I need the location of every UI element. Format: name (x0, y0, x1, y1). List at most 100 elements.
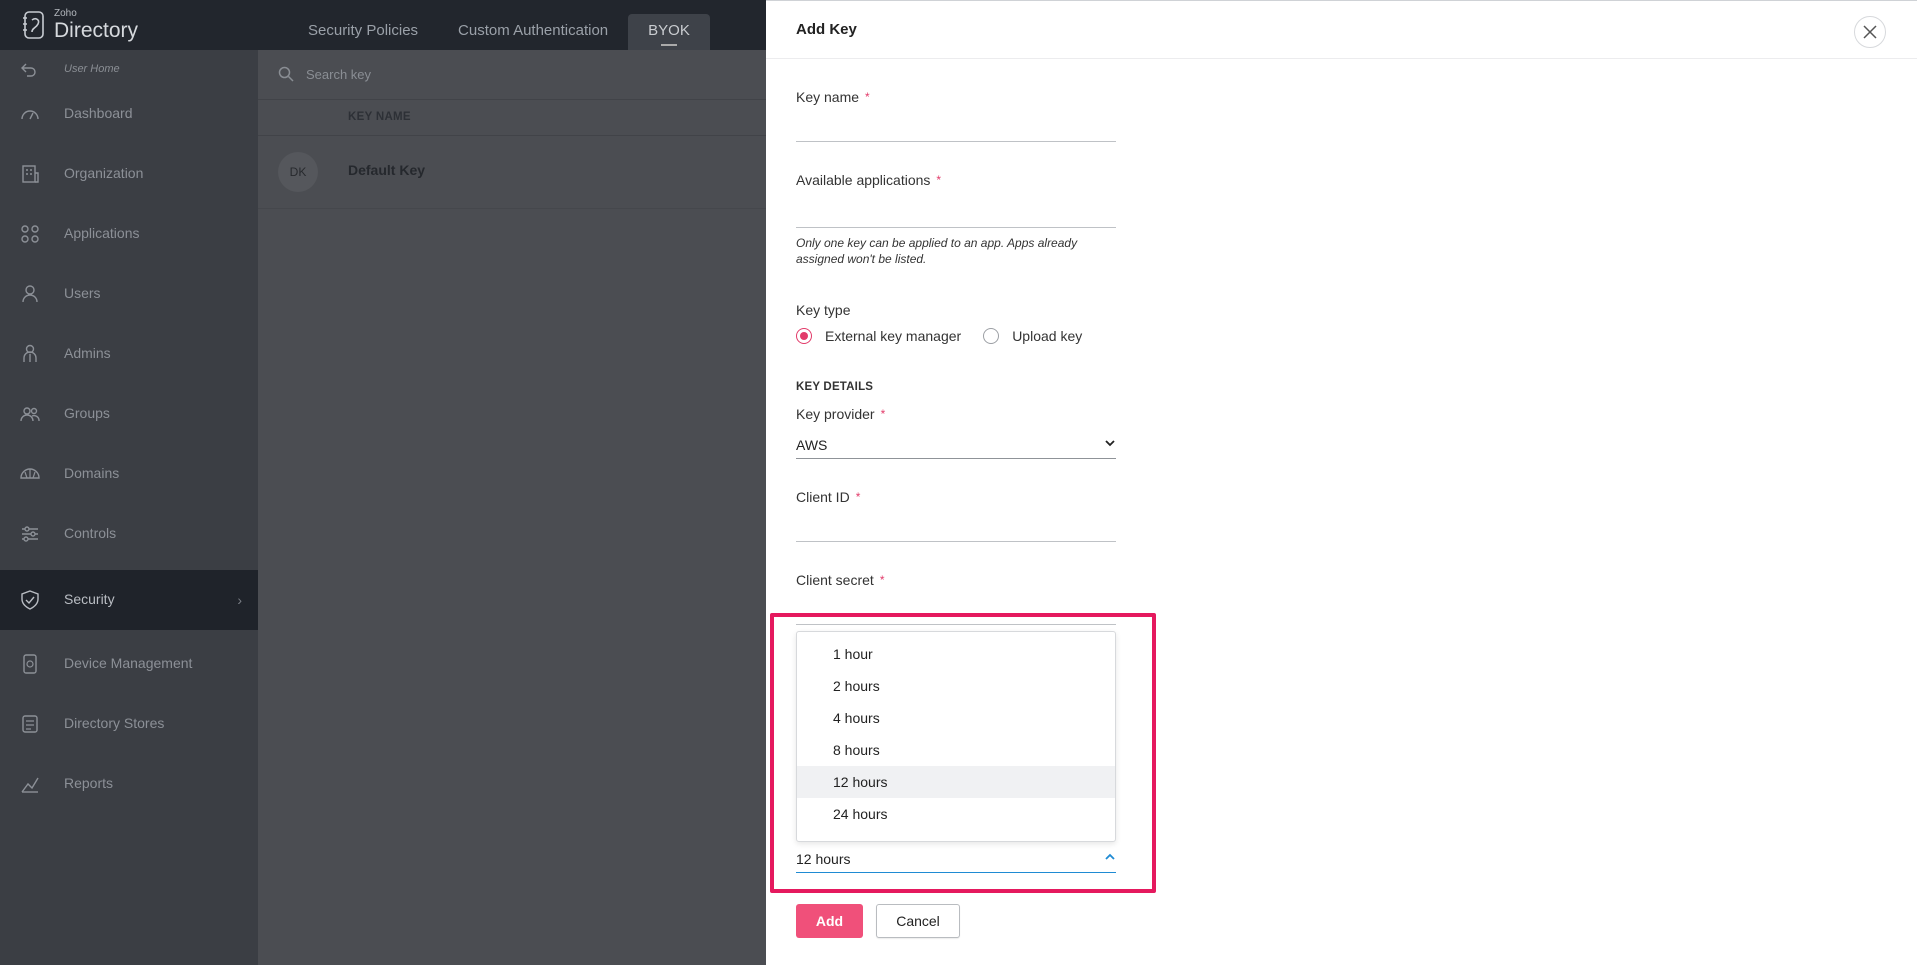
tab-bar: Security Policies Custom Authentication … (288, 14, 710, 50)
user-home-label: User Home (64, 63, 120, 75)
dropdown-option-1-hour[interactable]: 1 hour (797, 638, 1115, 670)
search-bar[interactable]: Search key (258, 50, 766, 100)
sidebar-item-label: Directory Stores (64, 715, 165, 731)
key-type-radio-group: External key manager Upload key (796, 328, 1104, 344)
required-mark: * (865, 90, 870, 104)
radio-button-selected[interactable] (796, 328, 812, 344)
key-name-input[interactable] (796, 141, 1116, 142)
device-icon (23, 654, 37, 674)
required-mark: * (879, 573, 885, 587)
available-applications-label: Available applications * (796, 172, 942, 188)
sidebar-item-directory-stores[interactable]: Directory Stores (0, 700, 258, 748)
reports-icon (21, 777, 39, 793)
tab-byok[interactable]: BYOK (628, 14, 710, 50)
client-id-input[interactable] (796, 541, 1116, 542)
directory-logo-icon (23, 11, 44, 39)
key-type-label: Key type (796, 302, 851, 318)
sidebar-item-dashboard[interactable]: Dashboard (0, 90, 258, 138)
applications-icon (21, 225, 39, 243)
close-button[interactable] (1854, 16, 1886, 48)
sidebar-item-device-management[interactable]: Device Management (0, 640, 258, 688)
sidebar-item-organization[interactable]: Organization (0, 150, 258, 198)
controls-icon (22, 526, 38, 542)
sidebar-item-label: Dashboard (64, 105, 133, 121)
drawer-header: Add Key (766, 1, 1917, 59)
key-provider-value: AWS (796, 437, 828, 453)
groups-icon (20, 407, 40, 422)
sidebar-item-reports[interactable]: Reports (0, 760, 258, 808)
sidebar-item-label: Controls (64, 525, 117, 541)
sidebar-item-label: Admins (64, 345, 111, 361)
sidebar-item-label: Users (64, 285, 101, 301)
sidebar-item-applications[interactable]: Applications (0, 210, 258, 258)
sidebar-item-controls[interactable]: Controls (0, 510, 258, 558)
sidebar-item-users[interactable]: Users (0, 270, 258, 318)
sidebar-item-label: Domains (64, 465, 120, 481)
admin-icon (23, 344, 37, 362)
cancel-button[interactable]: Cancel (876, 904, 960, 938)
sidebar-item-groups[interactable]: Groups (0, 390, 258, 438)
sidebar-item-security[interactable]: Security › (0, 570, 258, 630)
key-name: Default Key (348, 162, 426, 178)
column-header-key-name: KEY NAME (348, 111, 411, 123)
sidebar-item-label: Security (64, 591, 115, 607)
organization-icon (22, 165, 39, 183)
table-header: KEY NAME (258, 100, 766, 136)
stores-icon (22, 715, 38, 733)
chevron-up-icon (1105, 853, 1115, 860)
key-provider-select[interactable]: AWS (796, 431, 1116, 459)
dashboard-icon (21, 110, 39, 120)
dropdown-option-12-hours[interactable]: 12 hours (797, 766, 1115, 798)
radio-external-key-manager[interactable]: External key manager (796, 328, 961, 344)
user-icon (22, 285, 38, 303)
dropdown-option-2-hours[interactable]: 2 hours (797, 670, 1115, 702)
top-bar: Zoho Directory Security Policies Custom … (0, 0, 766, 50)
tab-custom-authentication[interactable]: Custom Authentication (438, 14, 628, 50)
sidebar-item-domains[interactable]: Domains (0, 450, 258, 498)
tab-security-policies[interactable]: Security Policies (288, 14, 438, 50)
sidebar-item-label: Device Management (64, 655, 193, 671)
client-secret-label: Client secret * (796, 572, 885, 588)
key-details-heading: KEY DETAILS (796, 381, 874, 393)
chevron-down-icon (1105, 440, 1115, 447)
add-button[interactable]: Add (796, 904, 863, 938)
dropdown-option-4-hours[interactable]: 4 hours (797, 702, 1115, 734)
sidebar-item-admins[interactable]: Admins (0, 330, 258, 378)
close-icon (1863, 25, 1877, 39)
avatar: DK (278, 152, 318, 192)
client-id-label: Client ID * (796, 489, 861, 505)
key-list-panel: Search key KEY NAME DK Default Key (258, 50, 766, 965)
radio-button[interactable] (983, 328, 1000, 344)
logo-title: Directory (54, 19, 139, 42)
user-home-link[interactable]: User Home (0, 50, 258, 90)
logo-small-text: Zoho (54, 8, 77, 19)
key-provider-label: Key provider * (796, 406, 886, 422)
shield-icon (21, 590, 39, 610)
radio-label: Upload key (1012, 328, 1083, 344)
duration-select[interactable]: 12 hours (796, 845, 1116, 873)
duration-value: 12 hours (796, 851, 851, 867)
sidebar-item-label: Organization (64, 165, 144, 181)
search-icon (278, 66, 294, 82)
dropdown-option-8-hours[interactable]: 8 hours (797, 734, 1115, 766)
back-arrow-icon (21, 63, 36, 77)
required-mark: * (936, 173, 942, 187)
table-row[interactable]: DK Default Key (258, 137, 766, 209)
domains-icon (20, 468, 40, 479)
chevron-right-icon: › (237, 592, 242, 608)
add-key-drawer: Add Key Key name * Available applications… (766, 0, 1917, 965)
sidebar-item-label: Groups (64, 405, 110, 421)
dropdown-option-24-hours[interactable]: 24 hours (797, 798, 1115, 830)
app-logo[interactable]: Zoho Directory (22, 8, 138, 42)
radio-label: External key manager (825, 328, 962, 344)
sidebar-item-label: Reports (64, 775, 114, 791)
required-mark: * (855, 490, 861, 504)
available-applications-select[interactable] (796, 227, 1116, 228)
search-input[interactable]: Search key (306, 67, 371, 82)
radio-upload-key[interactable]: Upload key (983, 328, 1082, 344)
sidebar: User Home Dashboard Organization Applica… (0, 50, 258, 965)
required-mark: * (880, 407, 886, 421)
drawer-title: Add Key (796, 21, 857, 38)
key-name-label: Key name * (796, 89, 870, 105)
helper-text: Only one key can be applied to an app. A… (796, 236, 1078, 266)
